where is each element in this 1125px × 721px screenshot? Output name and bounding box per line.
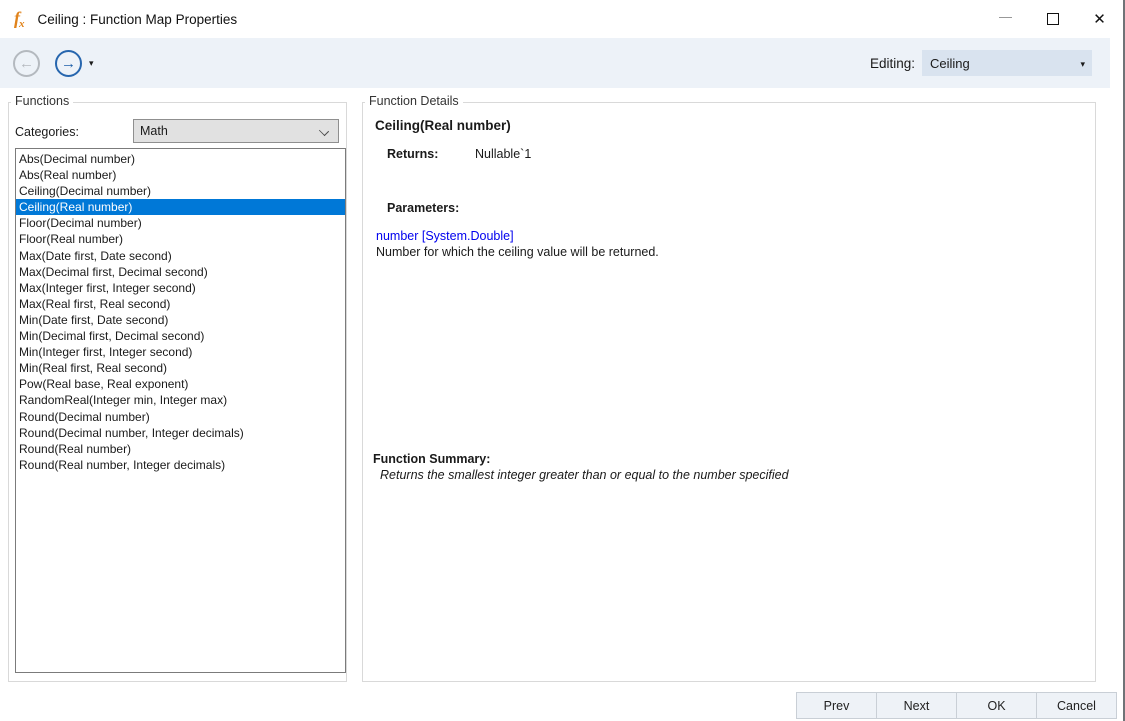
back-button[interactable]: ← (13, 50, 40, 77)
function-list-item[interactable]: Max(Integer first, Integer second) (16, 280, 345, 296)
function-list-item[interactable]: Abs(Decimal number) (16, 151, 345, 167)
functions-groupbox: Functions Categories: Math Abs(Decimal n… (8, 102, 347, 682)
function-list-item[interactable]: Round(Decimal number, Integer decimals) (16, 425, 345, 441)
function-list-item[interactable]: Max(Decimal first, Decimal second) (16, 264, 345, 280)
fx-icon: fx (14, 9, 25, 30)
parameters-label: Parameters: (387, 201, 459, 215)
footer-button-row: Prev Next OK Cancel (797, 692, 1117, 719)
function-list-item[interactable]: Max(Real first, Real second) (16, 296, 345, 312)
window: { "window": { "title": "Ceiling : Functi… (0, 0, 1125, 721)
returns-label: Returns: (387, 147, 438, 161)
categories-label: Categories: (15, 125, 79, 139)
function-list-item[interactable]: Floor(Decimal number) (16, 215, 345, 231)
function-list-item[interactable]: Abs(Real number) (16, 167, 345, 183)
toolbar: ← → ▾ Editing: Ceiling ▾ (0, 38, 1110, 88)
categories-combobox[interactable]: Math (133, 119, 339, 143)
function-summary-text: Returns the smallest integer greater tha… (380, 468, 789, 482)
chevron-down-icon (319, 126, 329, 136)
parameter-description: Number for which the ceiling value will … (376, 245, 659, 259)
cancel-button[interactable]: Cancel (1036, 692, 1117, 719)
function-list-item[interactable]: Pow(Real base, Real exponent) (16, 376, 345, 392)
maximize-icon (1047, 13, 1059, 25)
ok-button[interactable]: OK (956, 692, 1037, 719)
function-listbox[interactable]: Abs(Decimal number)Abs(Real number)Ceili… (15, 148, 346, 673)
function-details-groupbox: Function Details Ceiling(Real number) Re… (362, 102, 1096, 682)
function-details-group-label: Function Details (365, 94, 463, 108)
forward-button[interactable]: → (55, 50, 82, 77)
function-list-item[interactable]: Round(Real number, Integer decimals) (16, 457, 345, 473)
forward-arrow-icon: → (61, 55, 76, 72)
returns-value: Nullable`1 (475, 147, 531, 161)
prev-button[interactable]: Prev (796, 692, 877, 719)
editing-area: Editing: Ceiling ▾ (870, 50, 1092, 76)
forward-dropdown-button[interactable]: ▾ (89, 58, 94, 69)
categories-combobox-value: Math (140, 124, 168, 138)
editing-combobox-value: Ceiling (930, 56, 970, 71)
minimize-icon: — (999, 9, 1012, 24)
back-arrow-icon: ← (19, 55, 34, 72)
function-list-item[interactable]: Ceiling(Decimal number) (16, 183, 345, 199)
function-list-item[interactable]: Ceiling(Real number) (16, 199, 345, 215)
next-button[interactable]: Next (876, 692, 957, 719)
function-summary-label: Function Summary: (373, 452, 490, 466)
function-list-item[interactable]: Min(Real first, Real second) (16, 360, 345, 376)
minimize-button[interactable]: — (982, 0, 1029, 38)
function-list-item[interactable]: Min(Decimal first, Decimal second) (16, 328, 345, 344)
functions-group-label: Functions (11, 94, 73, 108)
editing-label: Editing: (870, 56, 915, 71)
maximize-button[interactable] (1029, 0, 1076, 38)
editing-combobox[interactable]: Ceiling ▾ (922, 50, 1092, 76)
function-list-item[interactable]: Min(Integer first, Integer second) (16, 344, 345, 360)
parameter-name: number [System.Double] (376, 229, 514, 243)
window-title: Ceiling : Function Map Properties (38, 12, 238, 27)
window-controls: — ✕ (982, 0, 1123, 38)
close-button[interactable]: ✕ (1076, 0, 1123, 38)
function-list-item[interactable]: Max(Date first, Date second) (16, 248, 345, 264)
function-list-item[interactable]: Round(Decimal number) (16, 409, 345, 425)
titlebar: fx Ceiling : Function Map Properties — ✕ (0, 0, 1123, 38)
function-signature: Ceiling(Real number) (375, 118, 511, 133)
function-list-item[interactable]: Round(Real number) (16, 441, 345, 457)
chevron-down-icon: ▾ (1080, 59, 1085, 70)
function-list-item[interactable]: RandomReal(Integer min, Integer max) (16, 392, 345, 408)
close-icon: ✕ (1093, 10, 1106, 28)
function-list-item[interactable]: Floor(Real number) (16, 231, 345, 247)
function-list-item[interactable]: Min(Date first, Date second) (16, 312, 345, 328)
